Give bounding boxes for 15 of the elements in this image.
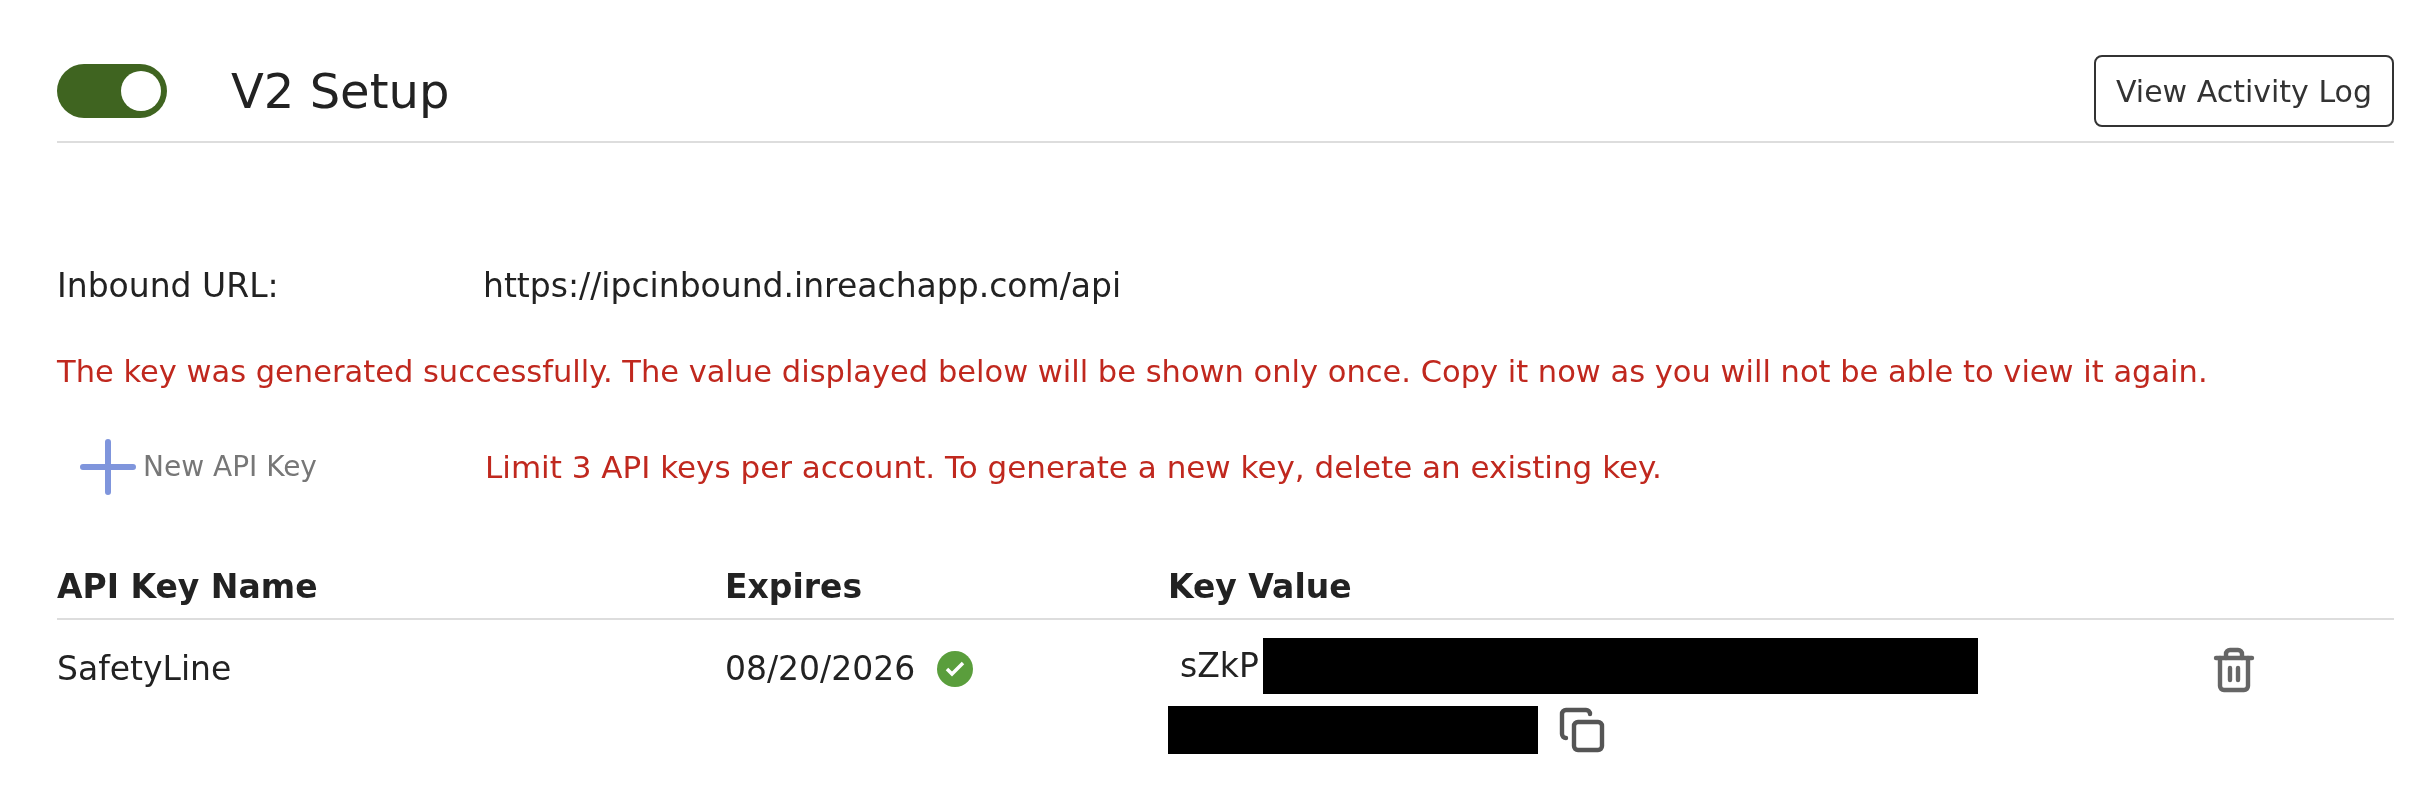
key-value: sZkP [1180, 645, 1259, 687]
table-cell-text: 08/20/2026 [725, 647, 916, 690]
table-cell-text: SafetyLine [57, 647, 233, 690]
copy-icon[interactable] [1558, 705, 1606, 754]
success-message: The key was generated successfully. The value displayed below will be shown only once. Copy it now as you will not be able to view it again. [57, 352, 2209, 391]
view-activity-log-button[interactable]: View Activity Log [2093, 55, 2394, 127]
toggle-switch[interactable] [57, 64, 167, 118]
column-header: Expires [725, 566, 864, 609]
page-title: V2 Setup [231, 62, 450, 121]
limit-message: Limit 3 API keys per account. To generate a new key, delete an existing key. [485, 448, 1662, 487]
inbound-url-value: https://ipcinbound.inreachapp.com/api [483, 265, 1122, 307]
column-header: Key Value [1168, 566, 1352, 609]
column-header: API Key Name [57, 566, 319, 609]
plus-icon [79, 438, 137, 497]
inbound-url-label: Inbound URL: [57, 265, 280, 307]
